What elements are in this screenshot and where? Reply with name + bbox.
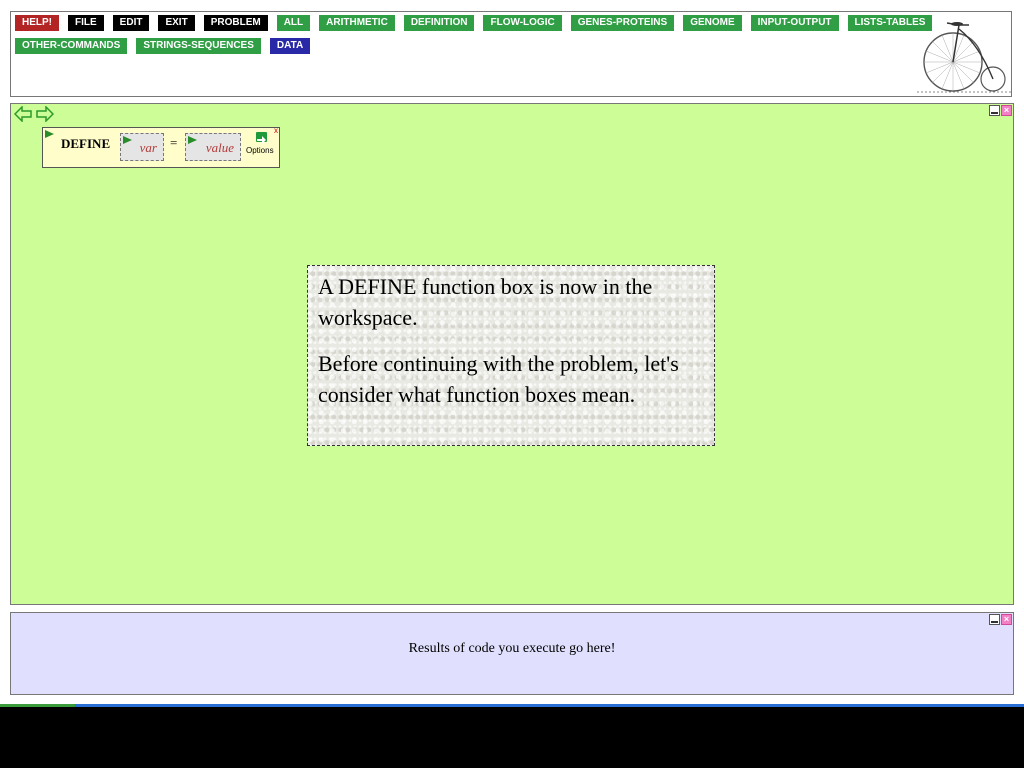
taskbar <box>0 707 1024 768</box>
history-nav <box>14 106 54 122</box>
var-slot-flag-icon[interactable] <box>123 136 132 144</box>
tutorial-message-box: A DEFINE function box is now in the work… <box>307 265 715 446</box>
menu-button-flow-logic[interactable]: FLOW-LOGIC <box>483 15 562 31</box>
menu-button-problem[interactable]: PROBLEM <box>203 15 268 31</box>
minimize-icon[interactable] <box>989 614 1000 625</box>
results-output-text: Results of code you execute go here! <box>408 641 616 656</box>
menu-button-all[interactable]: ALL <box>276 15 311 31</box>
menu-row-primary: HELP! FILE EDIT EXIT PROBLEM ALL ARITHMETIC DEF… <box>15 15 941 31</box>
menu-button-file[interactable]: FILE <box>68 15 104 31</box>
options-arrow-icon[interactable] <box>256 132 267 144</box>
menu-button-edit[interactable]: EDIT <box>112 15 150 31</box>
menu-button-data[interactable]: DATA <box>269 38 311 54</box>
menu-button-arithmetic[interactable]: ARITHMETIC <box>319 15 395 31</box>
define-label: DEFINE <box>61 136 111 151</box>
menu-button-other-commands[interactable]: OTHER-COMMANDS <box>15 38 128 54</box>
close-icon[interactable]: × <box>1001 105 1012 116</box>
options-button[interactable]: Options <box>246 146 274 155</box>
menu-button-definition[interactable]: DEFINITION <box>403 15 475 31</box>
menu-button-help[interactable]: HELP! <box>15 15 59 31</box>
close-icon[interactable]: × <box>1001 614 1012 625</box>
value-slot-flag-icon[interactable] <box>188 136 197 144</box>
back-arrow-icon[interactable] <box>14 106 32 122</box>
results-panel: × Results of code you execute go here! <box>10 612 1014 695</box>
penny-farthing-bicycle-icon <box>917 22 1011 93</box>
menu-button-strings-sequences[interactable]: STRINGS-SEQUENCES <box>136 38 261 54</box>
equals-sign: = <box>170 135 178 150</box>
menu-button-genes-proteins[interactable]: GENES-PROTEINS <box>570 15 675 31</box>
define-box-close-icon[interactable]: x <box>273 127 279 135</box>
menu-button-exit[interactable]: EXIT <box>158 15 195 31</box>
menu-row-secondary: OTHER-COMMANDS STRINGS-SEQUENCES DATA <box>15 38 319 54</box>
forward-arrow-icon[interactable] <box>36 106 54 122</box>
minimize-icon[interactable] <box>989 105 1000 116</box>
message-paragraph-2: Before continuing with the problem, let'… <box>318 351 679 407</box>
menu-button-input-output[interactable]: INPUT-OUTPUT <box>750 15 839 31</box>
execute-flag-icon[interactable] <box>45 130 54 138</box>
results-window-controls: × <box>989 614 1012 625</box>
workspace-window-controls: × <box>989 105 1012 116</box>
menu-panel: HELP! FILE EDIT EXIT PROBLEM ALL ARITHMETIC DEF… <box>10 11 1012 97</box>
workspace[interactable]: × DEFINE var = value Options x A DEFINE … <box>10 103 1014 605</box>
menu-button-genome[interactable]: GENOME <box>683 15 742 31</box>
message-paragraph-1: A DEFINE function box is now in the work… <box>318 274 653 330</box>
define-function-box[interactable]: DEFINE var = value Options x <box>42 127 280 168</box>
